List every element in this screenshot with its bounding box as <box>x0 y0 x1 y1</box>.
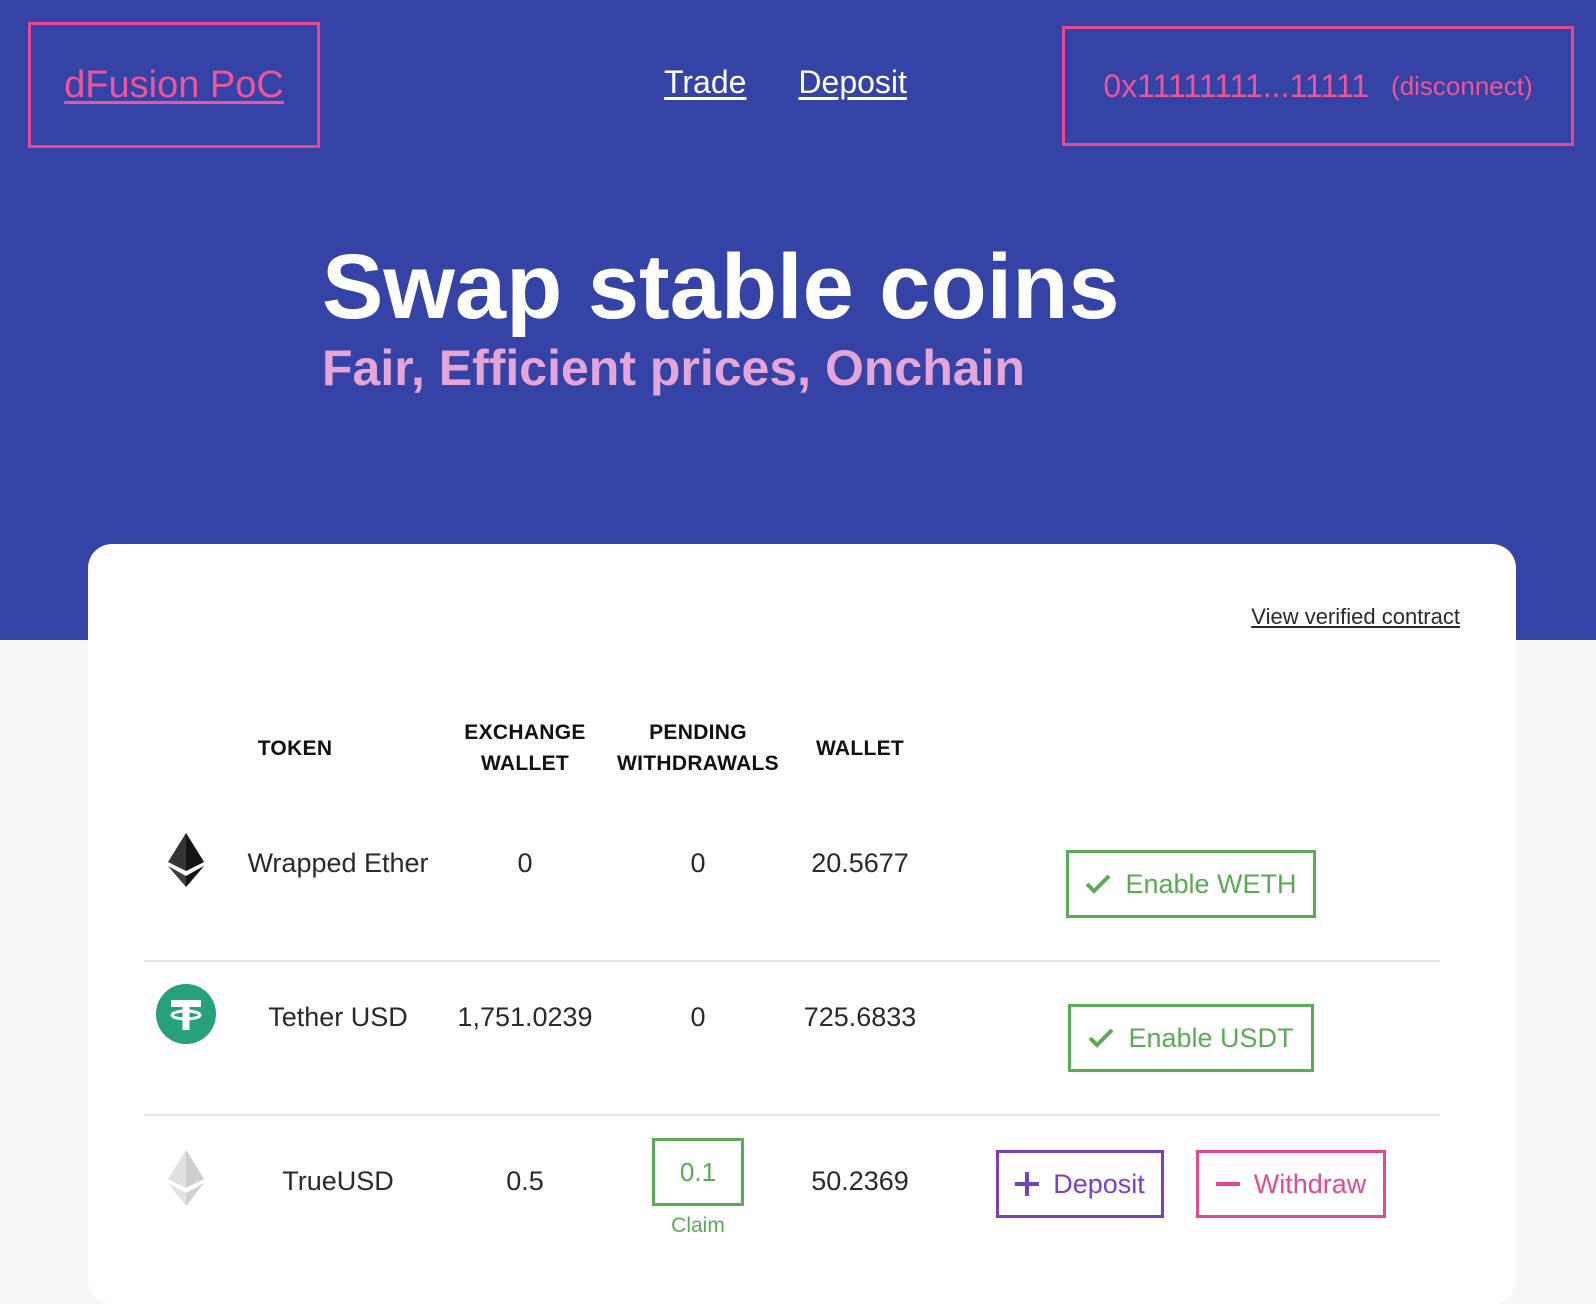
wallet-value: 50.2369 <box>811 1166 909 1196</box>
row-divider <box>144 1114 1440 1116</box>
view-verified-contract-link[interactable]: View verified contract <box>1251 604 1460 630</box>
hero-title: Swap stable coins <box>322 236 1120 338</box>
column-header-wallet: WALLET <box>800 733 920 764</box>
exchange-wallet-value: 0.5 <box>506 1166 544 1196</box>
token-name: TrueUSD <box>282 1166 394 1196</box>
enable-usdt-label: Enable USDT <box>1128 1022 1294 1053</box>
column-header-pending-line2: WITHDRAWALS <box>617 752 779 775</box>
hero-subtitle: Fair, Efficient prices, Onchain <box>322 340 1025 396</box>
column-header-token-label: TOKEN <box>257 737 333 760</box>
pending-withdrawal-claim-box[interactable]: 0.1 <box>652 1138 744 1206</box>
pending-withdrawals-value: 0.1 <box>679 1156 717 1187</box>
wallet-value: 20.5677 <box>811 848 909 878</box>
row-divider <box>144 960 1440 962</box>
token-name: Wrapped Ether <box>247 848 429 878</box>
pending-withdrawals-value: 0 <box>690 1002 706 1032</box>
account-address: 0x11111111...11111 <box>1103 67 1370 104</box>
column-header-pending-line1: PENDING <box>649 721 747 744</box>
account-box: 0x11111111...11111 (disconnect) <box>1062 26 1574 146</box>
enable-usdt-button[interactable]: Enable USDT <box>1068 1004 1314 1072</box>
enable-weth-button[interactable]: Enable WETH <box>1066 850 1316 918</box>
plus-icon <box>1015 1172 1040 1196</box>
column-header-token: TOKEN <box>250 733 340 764</box>
logo-link[interactable]: dFusion PoC <box>64 64 284 107</box>
withdraw-button[interactable]: Withdraw <box>1196 1150 1386 1218</box>
main-nav: Trade Deposit <box>664 64 907 101</box>
ethereum-light-icon <box>168 1150 204 1206</box>
deposit-button[interactable]: Deposit <box>996 1150 1164 1218</box>
column-header-pending-withdrawals: PENDING WITHDRAWALS <box>608 717 788 779</box>
minus-icon <box>1215 1182 1240 1186</box>
nav-deposit-link[interactable]: Deposit <box>798 64 907 101</box>
disconnect-link[interactable]: (disconnect) <box>1391 71 1533 102</box>
claim-link[interactable]: Claim <box>652 1214 744 1238</box>
column-header-exchange-wallet-line1: EXCHANGE <box>464 721 586 744</box>
deposit-label: Deposit <box>1053 1168 1145 1199</box>
column-header-exchange-wallet-line2: WALLET <box>480 752 570 775</box>
balances-card: View verified contract TOKEN EXCHANGE WA… <box>88 544 1516 1304</box>
token-name: Tether USD <box>268 1002 408 1032</box>
logo-box: dFusion PoC <box>28 22 320 148</box>
column-header-exchange-wallet: EXCHANGE WALLET <box>450 717 600 779</box>
enable-weth-label: Enable WETH <box>1125 868 1297 899</box>
column-header-wallet-label: WALLET <box>815 737 905 760</box>
exchange-wallet-value: 1,751.0239 <box>457 1002 593 1032</box>
checkmark-icon <box>1089 1028 1114 1048</box>
checkmark-icon <box>1086 874 1111 894</box>
tether-icon <box>156 984 216 1044</box>
pending-withdrawals-value: 0 <box>690 848 706 878</box>
wallet-value: 725.6833 <box>803 1002 917 1032</box>
nav-trade-link[interactable]: Trade <box>664 64 746 101</box>
exchange-wallet-value: 0 <box>517 848 533 878</box>
withdraw-label: Withdraw <box>1253 1168 1367 1199</box>
ethereum-dark-icon <box>168 833 204 887</box>
